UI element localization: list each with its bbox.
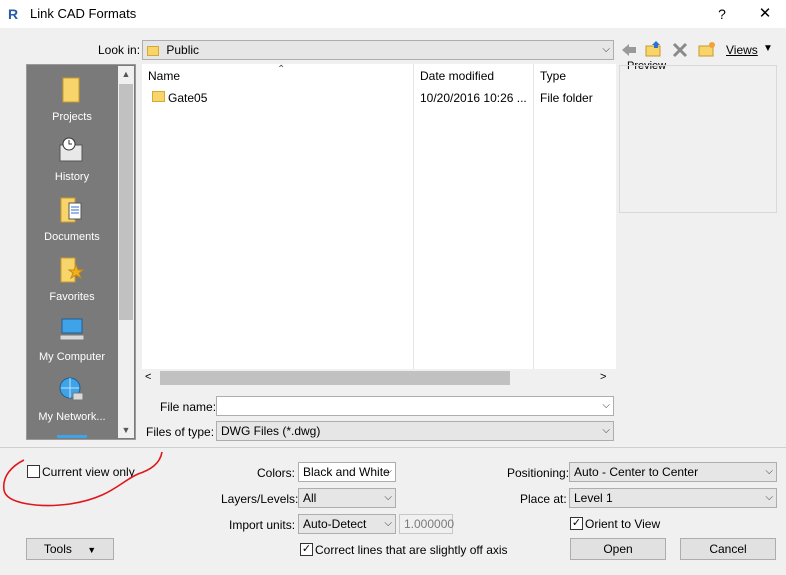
column-header-type[interactable]: Type	[540, 69, 566, 83]
lookin-value: Public	[166, 43, 200, 57]
file-name-cell: Gate05	[168, 91, 208, 105]
folder-icon	[147, 45, 159, 56]
scroll-thumb[interactable]	[160, 371, 510, 385]
place-history[interactable]: History	[27, 131, 117, 191]
chevron-down-icon: ⌵	[384, 518, 392, 529]
cancel-button[interactable]: Cancel	[680, 538, 776, 560]
positioning-dropdown[interactable]: Auto - Center to Center ⌵	[569, 462, 777, 482]
more-places-indicator	[57, 435, 87, 438]
history-icon	[59, 137, 83, 162]
close-button[interactable]: ✕	[750, 3, 780, 25]
filename-label: File name:	[160, 400, 217, 414]
filename-input[interactable]: ⌵	[216, 396, 614, 416]
import-units-factor: 1.000000	[399, 514, 454, 534]
tools-button[interactable]: Tools ▼	[26, 538, 114, 560]
place-my-computer[interactable]: My Computer	[27, 311, 117, 371]
new-folder-icon[interactable]	[697, 40, 717, 58]
help-button[interactable]: ?	[710, 3, 734, 25]
folder-icon	[62, 77, 80, 103]
file-list-hscrollbar[interactable]: < >	[142, 369, 616, 387]
views-menu[interactable]: Views	[726, 43, 758, 57]
computer-icon	[59, 318, 85, 341]
chevron-down-icon: ⌵	[602, 425, 610, 436]
preview-box	[619, 65, 777, 213]
colors-dropdown[interactable]: Black and White ⌵	[298, 462, 396, 482]
column-divider	[533, 64, 534, 369]
import-units-dropdown[interactable]: Auto-Detect ⌵	[298, 514, 396, 534]
place-documents[interactable]: Documents	[27, 191, 117, 251]
dropdown-arrow-icon: ▼	[87, 545, 97, 555]
column-header-date[interactable]: Date modified	[420, 69, 494, 83]
filetype-label: Files of type:	[146, 425, 215, 439]
folder-icon	[152, 91, 165, 102]
chevron-down-icon: ⌵	[765, 466, 773, 477]
scroll-up-icon[interactable]: ▲	[118, 66, 134, 82]
chevron-down-icon: ⌵	[765, 492, 773, 503]
chevron-down-icon: ⌵	[602, 400, 610, 411]
chevron-down-icon: ⌵	[384, 466, 392, 477]
place-at-label: Place at:	[520, 492, 567, 506]
delete-icon[interactable]	[671, 41, 689, 59]
correct-lines-label: Correct lines that are slightly off axis	[315, 543, 508, 557]
back-arrow-icon[interactable]	[620, 41, 638, 59]
star-folder-icon	[60, 257, 85, 283]
import-units-label: Import units:	[229, 518, 296, 532]
places-scrollbar[interactable]: ▲ ▼	[118, 66, 134, 438]
table-row[interactable]: Gate05 10/20/2016 10:26 ... File folder	[142, 86, 616, 108]
file-list[interactable]: ⌃ Name Date modified Type Gate05 10/20/2…	[142, 64, 616, 369]
column-divider	[413, 64, 414, 369]
documents-icon	[60, 197, 82, 223]
views-dropdown-arrow-icon[interactable]: ▼	[763, 43, 773, 54]
open-button[interactable]: Open	[570, 538, 666, 560]
up-folder-icon[interactable]	[644, 40, 664, 58]
place-projects[interactable]: Projects	[27, 71, 117, 131]
lookin-dropdown[interactable]: Public ⌵	[142, 40, 614, 60]
file-type-cell: File folder	[540, 91, 593, 105]
window-title: Link CAD Formats	[30, 6, 137, 21]
sort-up-icon: ⌃	[277, 64, 286, 75]
orient-to-view-checkbox[interactable]: ✓	[570, 517, 583, 530]
colors-label: Colors:	[257, 466, 296, 480]
column-header-name[interactable]: Name	[148, 69, 180, 83]
file-date-cell: 10/20/2016 10:26 ...	[420, 91, 527, 105]
revit-app-icon: R	[8, 6, 19, 22]
scroll-left-icon[interactable]: <	[145, 371, 151, 383]
network-globe-icon	[59, 377, 84, 401]
lookin-label: Look in:	[98, 43, 141, 57]
place-at-dropdown[interactable]: Level 1 ⌵	[569, 488, 777, 508]
scroll-down-icon[interactable]: ▼	[118, 422, 134, 438]
layers-label: Layers/Levels:	[221, 492, 299, 506]
filetype-dropdown[interactable]: DWG Files (*.dwg) ⌵	[216, 421, 614, 441]
place-my-network[interactable]: My Network...	[27, 371, 117, 431]
place-favorites[interactable]: Favorites	[27, 251, 117, 311]
scroll-right-icon[interactable]: >	[600, 371, 606, 383]
correct-lines-checkbox[interactable]: ✓	[300, 543, 313, 556]
scroll-thumb[interactable]	[119, 84, 133, 320]
chevron-down-icon: ⌵	[602, 44, 610, 55]
orient-to-view-label: Orient to View	[585, 517, 661, 531]
positioning-label: Positioning:	[507, 466, 570, 480]
chevron-down-icon: ⌵	[384, 492, 392, 503]
layers-dropdown[interactable]: All ⌵	[298, 488, 396, 508]
red-annotation-circle	[2, 451, 163, 507]
